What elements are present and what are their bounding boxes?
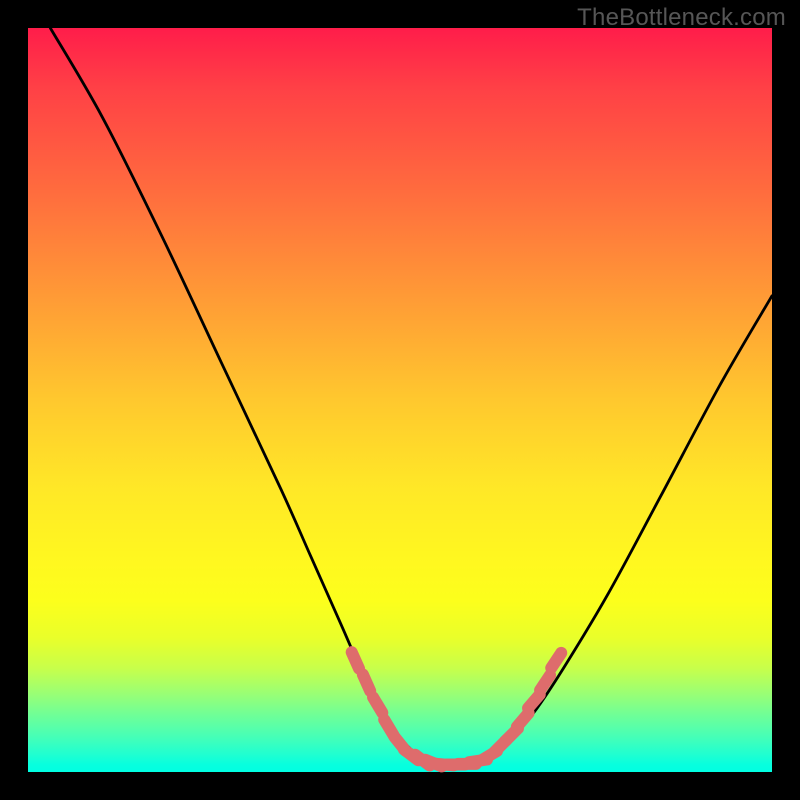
marker-dash bbox=[352, 652, 359, 668]
plot-area bbox=[28, 28, 772, 772]
bottleneck-curve bbox=[50, 28, 772, 765]
markers-group bbox=[352, 652, 562, 766]
marker-dash bbox=[363, 675, 370, 691]
chart-frame: TheBottleneck.com bbox=[0, 0, 800, 800]
marker-dash bbox=[551, 653, 561, 668]
curve-group bbox=[50, 28, 772, 765]
marker-dash bbox=[373, 697, 382, 712]
marker-dash bbox=[540, 675, 550, 690]
chart-svg bbox=[28, 28, 772, 772]
marker-dash bbox=[517, 713, 529, 727]
